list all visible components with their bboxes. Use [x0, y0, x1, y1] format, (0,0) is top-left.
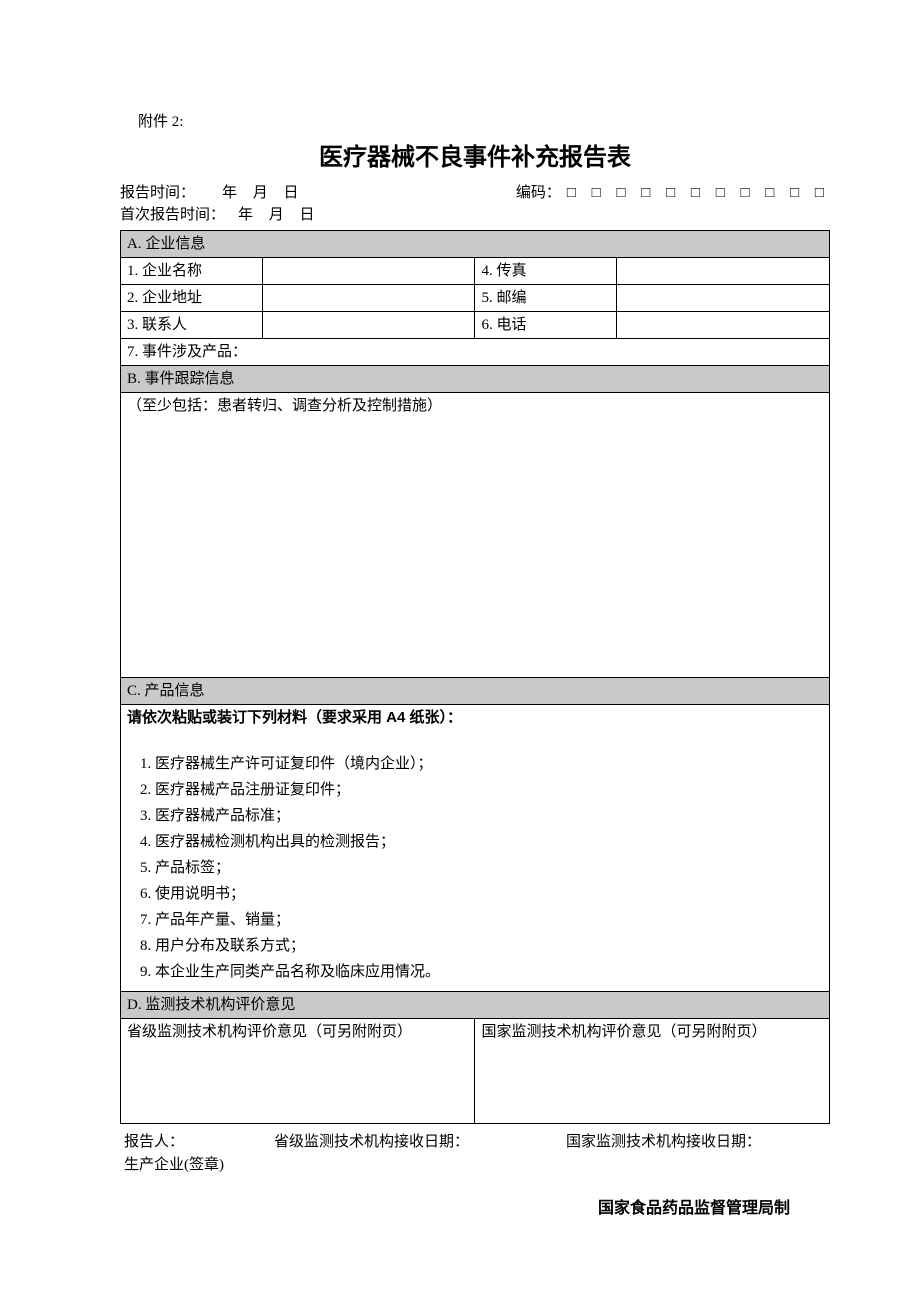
fax-label: 4. 传真: [475, 258, 617, 285]
table-row: 请依次粘贴或装订下列材料（要求采用 A4 纸张）： 医疗器械生产许可证复印件（境…: [121, 705, 830, 992]
table-row: 3. 联系人 6. 电话: [121, 312, 830, 339]
list-item: 本企业生产同类产品名称及临床应用情况。: [155, 959, 823, 985]
postcode-label: 5. 邮编: [475, 285, 617, 312]
code-boxes: □ □ □ □ □ □ □ □ □ □ □: [567, 182, 830, 204]
national-receive-label: 国家监测技术机构接收日期：: [566, 1130, 826, 1151]
event-tracking-cell[interactable]: （至少包括：患者转归、调查分析及控制措施）: [121, 393, 830, 678]
section-a-heading: A. 企业信息: [121, 231, 830, 258]
company-name-label: 1. 企业名称: [121, 258, 263, 285]
phone-label: 6. 电话: [475, 312, 617, 339]
table-row: 省级监测技术机构评价意见（可另附附页） 国家监测技术机构评价意见（可另附附页）: [121, 1019, 830, 1124]
materials-list: 医疗器械生产许可证复印件（境内企业）； 医疗器械产品注册证复印件； 医疗器械产品…: [127, 751, 823, 985]
contact-value[interactable]: [262, 312, 475, 339]
month-label: 月: [269, 207, 284, 223]
year-label: 年: [238, 207, 253, 223]
month-label: 月: [253, 185, 268, 201]
list-item: 产品标签；: [155, 855, 823, 881]
event-tracking-note: （至少包括：患者转归、调查分析及控制措施）: [127, 398, 442, 414]
list-item: 产品年产量、销量；: [155, 907, 823, 933]
attachment-label: 附件 2:: [138, 110, 830, 131]
signature-row: 报告人： 省级监测技术机构接收日期： 国家监测技术机构接收日期：: [120, 1130, 830, 1151]
day-label: 日: [284, 185, 299, 201]
fax-value[interactable]: [617, 258, 830, 285]
day-label: 日: [300, 207, 315, 223]
code-label: 编码：: [516, 182, 561, 204]
list-item: 使用说明书；: [155, 881, 823, 907]
national-opinion-label: 国家监测技术机构评价意见（可另附附页）: [481, 1024, 766, 1040]
code-wrap: 编码： □ □ □ □ □ □ □ □ □ □ □: [516, 182, 830, 204]
first-report-time-row: 首次报告时间： 年 月 日: [120, 204, 830, 226]
table-row: 1. 企业名称 4. 传真: [121, 258, 830, 285]
postcode-value[interactable]: [617, 285, 830, 312]
year-label: 年: [222, 185, 237, 201]
section-c-heading: C. 产品信息: [121, 678, 830, 705]
company-address-value[interactable]: [262, 285, 475, 312]
table-row: （至少包括：患者转归、调查分析及控制措施）: [121, 393, 830, 678]
contact-label: 3. 联系人: [121, 312, 263, 339]
report-time-ymd: 年 月 日: [216, 182, 305, 204]
reporter-label: 报告人：: [124, 1130, 274, 1151]
document-title: 医疗器械不良事件补充报告表: [120, 137, 830, 172]
table-row: 2. 企业地址 5. 邮编: [121, 285, 830, 312]
involved-product-label: 7. 事件涉及产品：: [121, 339, 830, 366]
table-row: 7. 事件涉及产品：: [121, 339, 830, 366]
company-name-value[interactable]: [262, 258, 475, 285]
section-d-heading: D. 监测技术机构评价意见: [121, 992, 830, 1019]
company-address-label: 2. 企业地址: [121, 285, 263, 312]
province-opinion-cell[interactable]: 省级监测技术机构评价意见（可另附附页）: [121, 1019, 475, 1124]
form-table: A. 企业信息 1. 企业名称 4. 传真 2. 企业地址 5. 邮编 3. 联…: [120, 230, 830, 1124]
report-time-row: 报告时间： 年 月 日 编码： □ □ □ □ □ □ □ □ □ □ □: [120, 182, 830, 204]
first-report-time-label: 首次报告时间：: [120, 204, 232, 226]
phone-value[interactable]: [617, 312, 830, 339]
list-item: 用户分布及联系方式；: [155, 933, 823, 959]
materials-instruction: 请依次粘贴或装订下列材料（要求采用 A4 纸张）：: [127, 709, 462, 726]
province-opinion-label: 省级监测技术机构评价意见（可另附附页）: [127, 1024, 412, 1040]
first-report-time-ymd: 年 月 日: [232, 204, 321, 226]
list-item: 医疗器械生产许可证复印件（境内企业）；: [155, 751, 823, 777]
report-time-label: 报告时间：: [120, 182, 216, 204]
list-item: 医疗器械产品标准；: [155, 803, 823, 829]
enterprise-seal-label: 生产企业(签章): [120, 1151, 830, 1176]
national-opinion-cell[interactable]: 国家监测技术机构评价意见（可另附附页）: [475, 1019, 830, 1124]
issuing-authority: 国家食品药品监督管理局制: [120, 1194, 830, 1218]
province-receive-label: 省级监测技术机构接收日期：: [274, 1130, 566, 1151]
section-b-heading: B. 事件跟踪信息: [121, 366, 830, 393]
product-info-cell: 请依次粘贴或装订下列材料（要求采用 A4 纸张）： 医疗器械生产许可证复印件（境…: [121, 705, 830, 992]
list-item: 医疗器械产品注册证复印件；: [155, 777, 823, 803]
list-item: 医疗器械检测机构出具的检测报告；: [155, 829, 823, 855]
